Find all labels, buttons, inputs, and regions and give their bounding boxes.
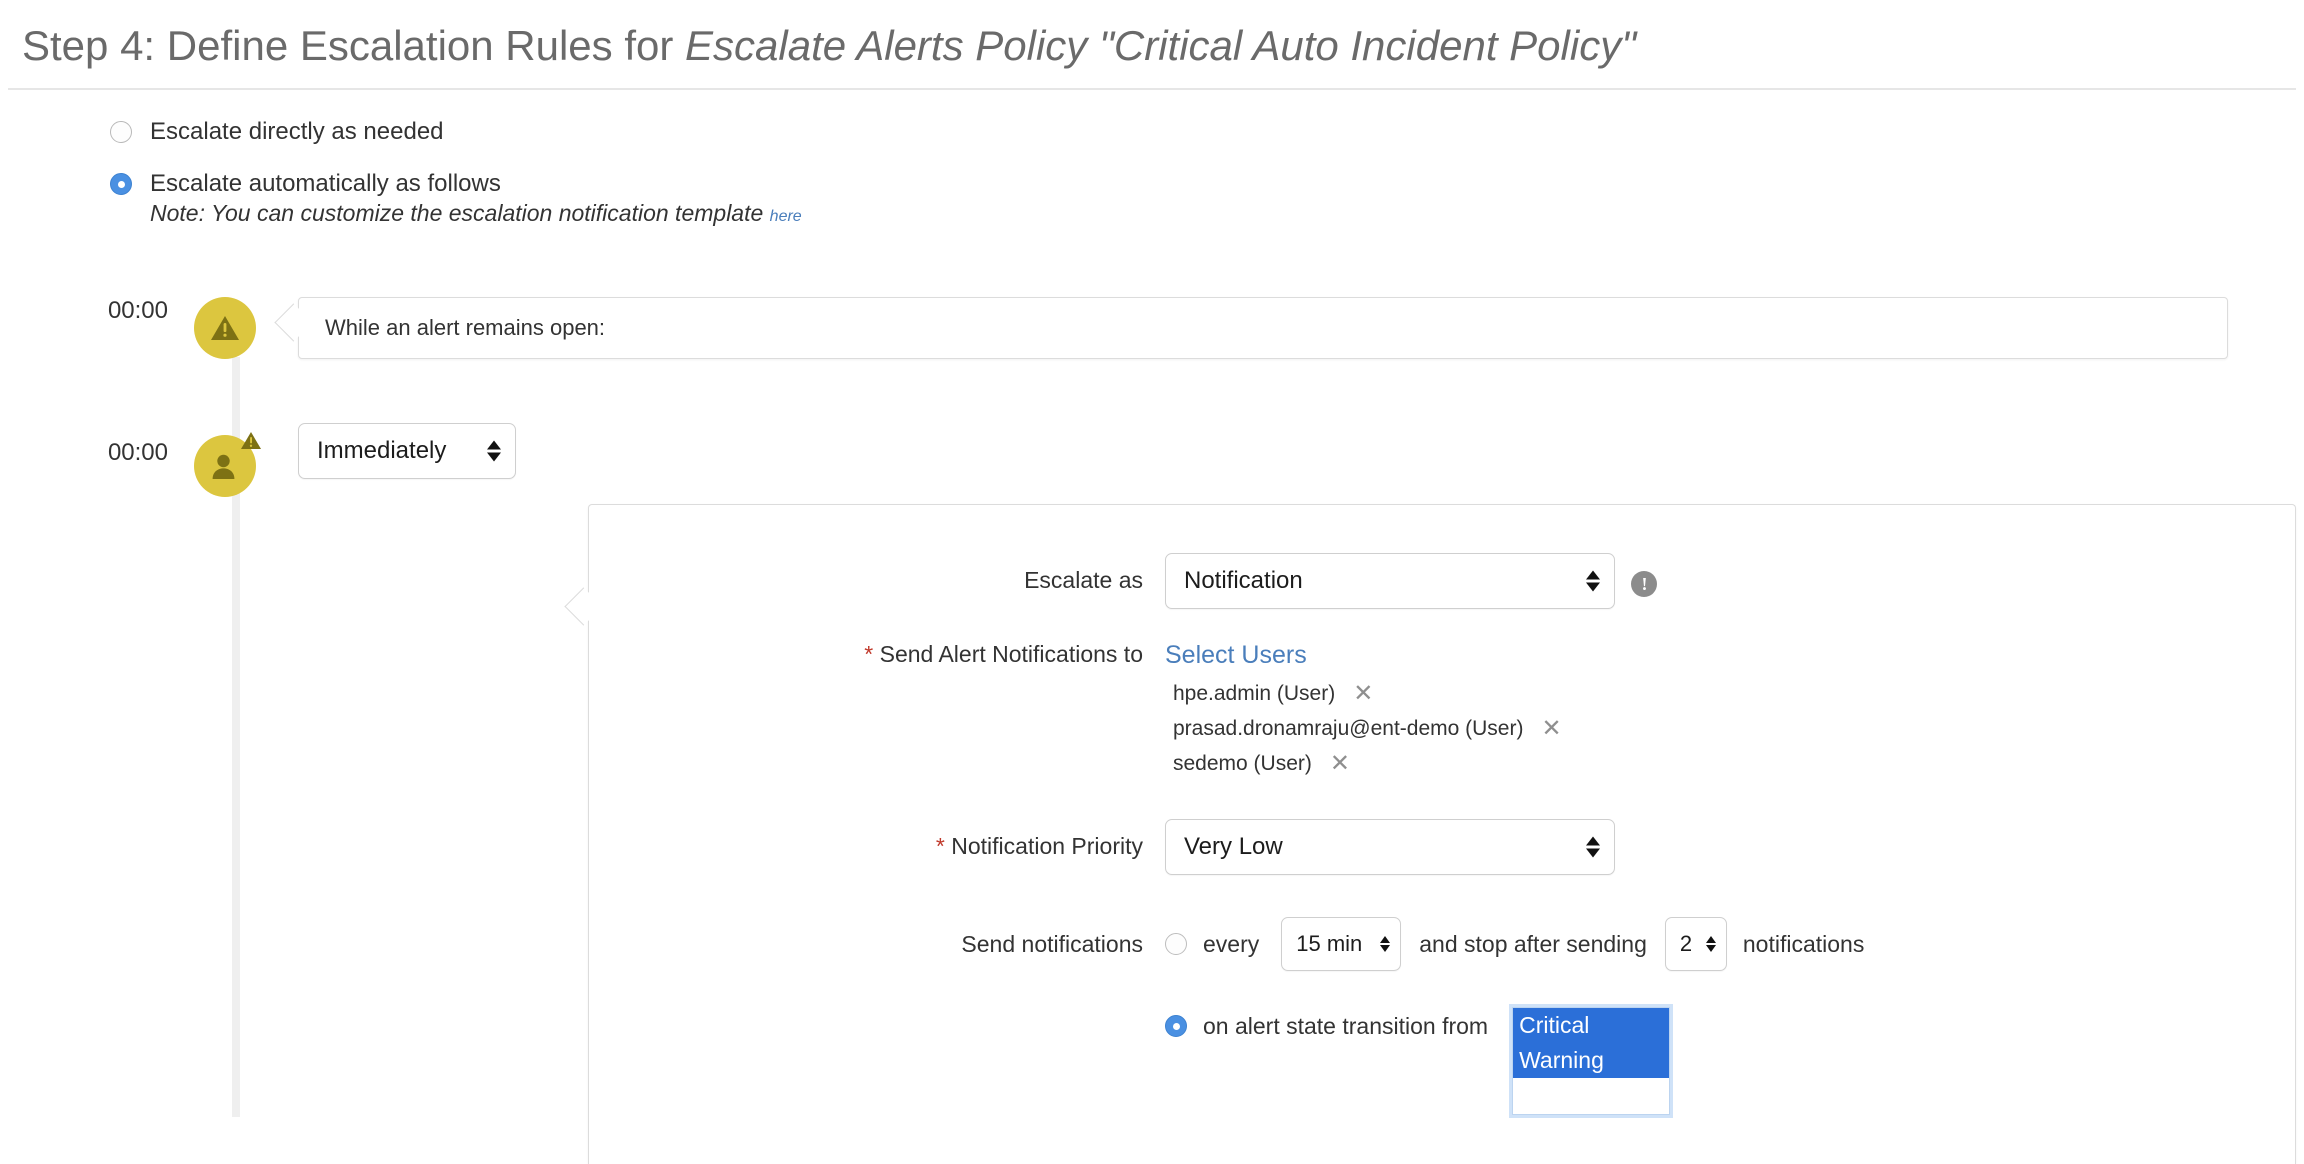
remove-recipient-icon[interactable]: ✕ [1330,752,1350,776]
notification-priority-label: * Notification Priority [589,819,1165,860]
required-asterisk: * [935,833,945,859]
page-header: Step 4: Define Escalation Rules for Esca… [8,0,2296,91]
recipient-name: prasad.dronamraju@ent-demo (User) [1173,717,1524,740]
recipient-name: sedemo (User) [1173,752,1312,775]
user-warning-marker [194,432,261,498]
escalation-mode-options: Escalate directly as needed Escalate aut… [0,90,2304,227]
template-note-text: Note: You can customize the escalation n… [150,200,770,227]
escalation-delay-value: Immediately [317,437,447,465]
recipient-list: hpe.admin (User) ✕ prasad.dronamraju@ent… [1165,682,2295,776]
interval-select[interactable]: 15 min [1281,917,1402,971]
warning-triangle-badge-icon [240,431,262,451]
row-notification-priority: * Notification Priority Very Low [589,819,2295,875]
alert-open-bubble: While an alert remains open: [298,297,2228,360]
chevron-updown-icon [1380,936,1391,952]
list-item: sedemo (User) ✕ [1173,752,2295,776]
escalate-as-value: Notification [1184,567,1303,594]
alert-open-bubble-text: While an alert remains open: [325,315,606,341]
send-every-option-row: every 15 min and stop after sending 2 no… [1165,917,2295,971]
warning-triangle-marker [194,297,256,360]
page-title-policy-name: Escalate Alerts Policy "Critical Auto In… [685,22,1637,69]
remove-recipient-icon[interactable]: ✕ [1353,682,1373,706]
escalation-delay-select[interactable]: Immediately [298,423,516,480]
page-title-prefix: Step 4: Define Escalation Rules for [22,22,686,69]
warning-triangle-icon [210,315,240,342]
radio-escalate-directly[interactable] [110,121,132,144]
select-users-link[interactable]: Select Users [1165,641,1307,669]
required-asterisk: * [864,641,874,667]
listbox-option-critical[interactable]: Critical [1513,1008,1670,1043]
timeline-row-2-time: 00:00 [107,439,168,467]
escalation-step-panel: Escalate as Notification ! * Send Alert … [588,504,2296,1164]
option-escalate-directly-label: Escalate directly as needed [150,118,444,146]
row-send-alert-notifications-to: * Send Alert Notifications to Select Use… [589,641,2295,787]
radio-escalate-automatically[interactable] [110,173,132,196]
user-icon [209,450,241,482]
recipients-field: Select Users hpe.admin (User) ✕ prasad.d… [1165,641,2295,787]
row-send-notifications: Send notifications every 15 min and stop… [589,917,2295,1115]
escalate-as-select[interactable]: Notification [1165,553,1615,609]
notification-priority-value: Very Low [1184,833,1283,860]
notification-priority-field: Very Low [1165,819,2295,875]
escalate-as-field: Notification ! [1165,553,2295,609]
notification-count-select[interactable]: 2 [1664,917,1727,971]
template-note: Note: You can customize the escalation n… [110,200,2304,227]
send-every-label: every [1203,930,1260,957]
notification-priority-select[interactable]: Very Low [1165,819,1615,875]
stop-after-sending-text: and stop after sending [1419,930,1647,957]
option-escalate-automatically[interactable]: Escalate automatically as follows [110,170,2304,198]
interval-value: 15 min [1296,931,1363,956]
remove-recipient-icon[interactable]: ✕ [1541,717,1561,741]
recipient-name: hpe.admin (User) [1173,682,1336,705]
list-item: hpe.admin (User) ✕ [1173,682,2295,706]
page-title: Step 4: Define Escalation Rules for Esca… [22,22,2296,70]
send-alert-notifications-to-label-text: Send Alert Notifications to [879,641,1143,667]
alert-state-listbox[interactable]: Critical Warning [1512,1007,1671,1115]
listbox-option-empty[interactable] [1513,1078,1669,1114]
send-notifications-field: every 15 min and stop after sending 2 no… [1165,917,2295,1115]
chevron-updown-icon [1705,936,1716,952]
option-escalate-automatically-label: Escalate automatically as follows [150,170,501,198]
option-escalate-directly[interactable]: Escalate directly as needed [110,118,2304,146]
notifications-trailing-text: notifications [1742,930,1865,957]
list-item: prasad.dronamraju@ent-demo (User) ✕ [1173,717,2295,741]
timeline-row-1-time: 00:00 [107,297,168,325]
state-transition-option-row: on alert state transition from Critical … [1165,1007,2295,1115]
send-alert-notifications-to-label: * Send Alert Notifications to [589,641,1165,668]
radio-send-every[interactable] [1165,933,1187,955]
chevron-updown-icon [1586,836,1600,858]
chevron-updown-icon [1586,570,1600,592]
radio-state-transition[interactable] [1165,1015,1187,1037]
notification-count-value: 2 [1679,931,1693,956]
escalate-as-label: Escalate as [1024,567,1143,593]
send-notifications-label: Send notifications [961,931,1143,957]
listbox-option-warning[interactable]: Warning [1513,1042,1670,1078]
info-exclamation-icon[interactable]: ! [1631,570,1658,597]
row-escalate-as: Escalate as Notification ! [589,553,2295,609]
notification-priority-label-text: Notification Priority [951,833,1143,859]
customize-template-link[interactable]: here [770,208,802,225]
state-transition-label: on alert state transition from [1203,1013,1489,1039]
chevron-updown-icon [487,440,501,462]
timeline-row-alert-open: 00:00 While an alert remains open: [0,297,2304,360]
escalation-timeline: 00:00 While an alert remains open: 00:00 [0,297,2304,1118]
timeline-row-escalation-step: 00:00 Immediately [0,421,2304,498]
